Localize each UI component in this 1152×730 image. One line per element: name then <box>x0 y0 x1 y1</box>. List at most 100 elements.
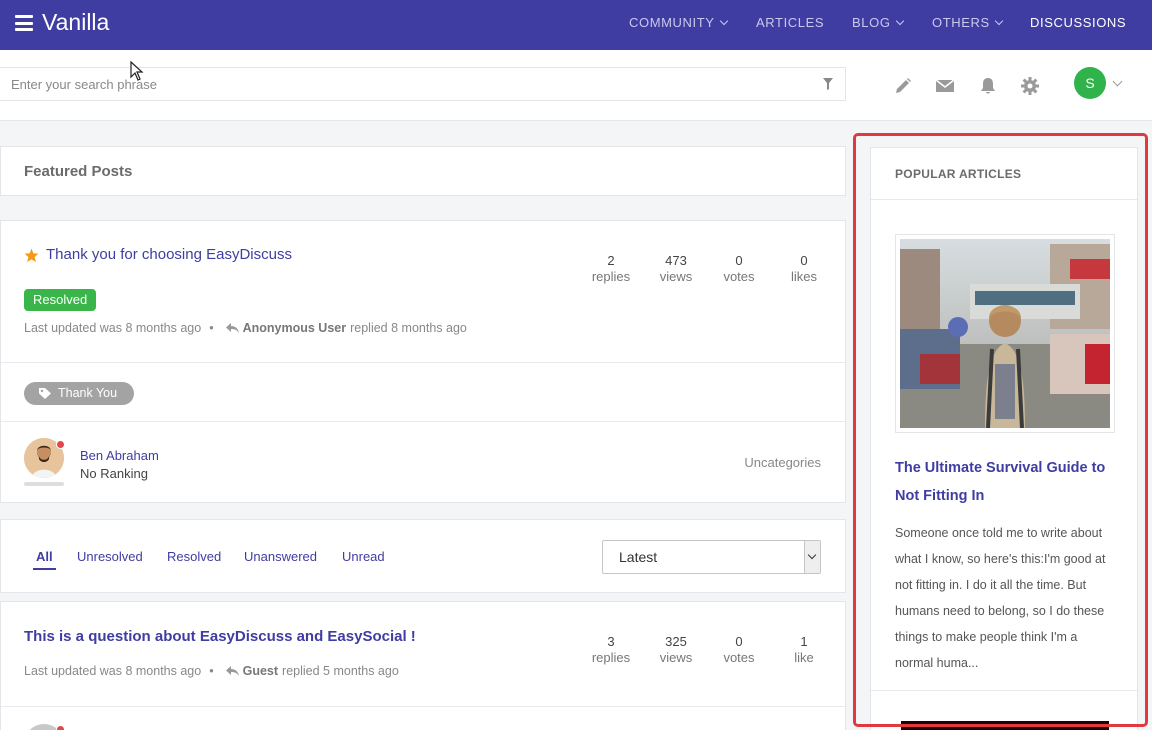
nav-blog[interactable]: BLOG <box>852 15 904 30</box>
post-card: This is a question about EasyDiscuss and… <box>0 601 847 730</box>
meta-replied: replied 8 months ago <box>350 321 467 335</box>
avatar-progress <box>24 482 64 486</box>
stat-value: 2 <box>607 253 615 268</box>
brand-logo[interactable]: Vanilla <box>42 9 109 36</box>
article-photo <box>900 239 1110 428</box>
nav-community-label: COMMUNITY <box>629 15 715 30</box>
popular-articles-panel: POPULAR ARTICLES The Ultimate Survival G… <box>870 147 1138 730</box>
article-title-link[interactable]: The Ultimate Survival Guide to Not Fitti… <box>895 454 1115 510</box>
post-meta: Last updated was 8 months ago • Guest re… <box>24 664 399 678</box>
stat-value: 325 <box>665 634 687 649</box>
stat-label: like <box>794 650 814 665</box>
nav-others[interactable]: OTHERS <box>932 15 1004 30</box>
online-status-dot <box>56 440 65 449</box>
nav-blog-label: BLOG <box>852 15 891 30</box>
stat-label: views <box>659 650 693 665</box>
user-avatar[interactable]: S <box>1074 67 1106 99</box>
panel-title: POPULAR ARTICLES <box>895 167 1022 181</box>
nav-articles-label: ARTICLES <box>756 15 825 30</box>
resolved-badge: Resolved <box>24 289 97 311</box>
nav-community[interactable]: COMMUNITY <box>629 15 728 30</box>
stat-label: votes <box>723 650 755 665</box>
divider <box>1 706 847 707</box>
stat-likes: 1 like <box>774 634 834 665</box>
meta-updated: Last updated was 8 months ago <box>24 664 202 678</box>
pencil-icon[interactable] <box>893 76 913 96</box>
search-input[interactable] <box>11 68 791 100</box>
stat-views: 325 views <box>646 634 706 665</box>
stat-label: votes <box>723 269 755 284</box>
tab-unanswered[interactable]: Unanswered <box>244 549 317 564</box>
meta-updated: Last updated was 8 months ago <box>24 321 202 335</box>
article-thumbnail[interactable] <box>895 234 1115 433</box>
nav-discussions-label: DISCUSSIONS <box>1030 15 1127 30</box>
tag-icon <box>39 388 51 399</box>
stat-label: likes <box>790 269 817 284</box>
stat-label: replies <box>591 650 631 665</box>
featured-post-card: Thank you for choosing EasyDiscuss Resol… <box>0 220 847 503</box>
stat-likes: 0 likes <box>774 253 834 284</box>
bell-icon[interactable] <box>978 76 998 96</box>
nav-others-label: OTHERS <box>932 15 990 30</box>
tag-chip[interactable]: Thank You <box>24 382 135 405</box>
stat-replies: 3 replies <box>581 634 641 665</box>
panel-header: POPULAR ARTICLES <box>871 148 1137 200</box>
tab-unresolved[interactable]: Unresolved <box>77 549 143 564</box>
stat-label: views <box>659 269 693 284</box>
stat-value: 473 <box>665 253 687 268</box>
filter-icon[interactable] <box>823 78 833 90</box>
chevron-down-icon <box>895 16 904 25</box>
sort-select[interactable]: Latest <box>602 540 821 574</box>
stat-views: 473 views <box>646 253 706 284</box>
reply-icon <box>225 323 239 333</box>
tab-resolved[interactable]: Resolved <box>167 549 221 564</box>
author-rank: No Ranking <box>80 466 148 481</box>
post-meta: Last updated was 8 months ago • Anonymou… <box>24 321 467 335</box>
envelope-icon[interactable] <box>935 76 955 96</box>
divider <box>1 362 847 363</box>
stat-value: 0 <box>735 634 743 649</box>
stat-votes: 0 votes <box>709 253 769 284</box>
post-title-link[interactable]: Thank you for choosing EasyDiscuss <box>46 246 292 263</box>
featured-posts-header: Featured Posts <box>0 146 846 196</box>
stat-votes: 0 votes <box>709 634 769 665</box>
author-name-link[interactable]: Ben Abraham <box>80 448 159 463</box>
nav-articles[interactable]: ARTICLES <box>756 15 824 30</box>
tag-label: Thank You <box>58 386 118 400</box>
meta-replied: replied 5 months ago <box>282 664 399 678</box>
reply-icon <box>225 666 239 676</box>
chevron-down-icon <box>719 16 728 25</box>
nav-discussions[interactable]: DISCUSSIONS <box>1030 15 1126 30</box>
stat-value: 3 <box>607 634 615 649</box>
divider <box>871 690 1137 691</box>
tab-unread[interactable]: Unread <box>342 549 385 564</box>
mouse-cursor-icon <box>130 61 144 81</box>
stat-value: 0 <box>800 253 808 268</box>
menu-icon[interactable] <box>15 15 33 31</box>
online-status-dot <box>56 725 65 730</box>
chevron-down-icon[interactable] <box>804 541 820 573</box>
post-title-link[interactable]: This is a question about EasyDiscuss and… <box>24 628 416 645</box>
article-thumbnail[interactable] <box>901 721 1109 730</box>
chevron-down-icon <box>994 16 1004 25</box>
meta-bullet: • <box>209 664 214 678</box>
divider <box>1 421 847 422</box>
stat-replies: 2 replies <box>581 253 641 284</box>
meta-bullet: • <box>209 321 214 335</box>
meta-replier[interactable]: Guest <box>243 664 278 678</box>
toolbar <box>0 50 1152 121</box>
stat-value: 1 <box>800 634 808 649</box>
star-icon <box>24 248 39 263</box>
tab-all[interactable]: All <box>33 549 56 570</box>
stat-label: replies <box>591 269 631 284</box>
top-navbar: Vanilla COMMUNITY ARTICLES BLOG OTHERS D… <box>0 0 1152 50</box>
filter-bar: All Unresolved Resolved Unanswered Unrea… <box>0 519 846 593</box>
category-link[interactable]: Uncategories <box>744 455 821 470</box>
section-title: Featured Posts <box>24 163 133 180</box>
stat-value: 0 <box>735 253 743 268</box>
gear-icon[interactable] <box>1020 76 1040 96</box>
search-box <box>0 67 846 101</box>
meta-replier[interactable]: Anonymous User <box>243 321 347 335</box>
article-excerpt: Someone once told me to write about what… <box>895 526 1106 670</box>
sort-selected-value: Latest <box>619 549 658 565</box>
